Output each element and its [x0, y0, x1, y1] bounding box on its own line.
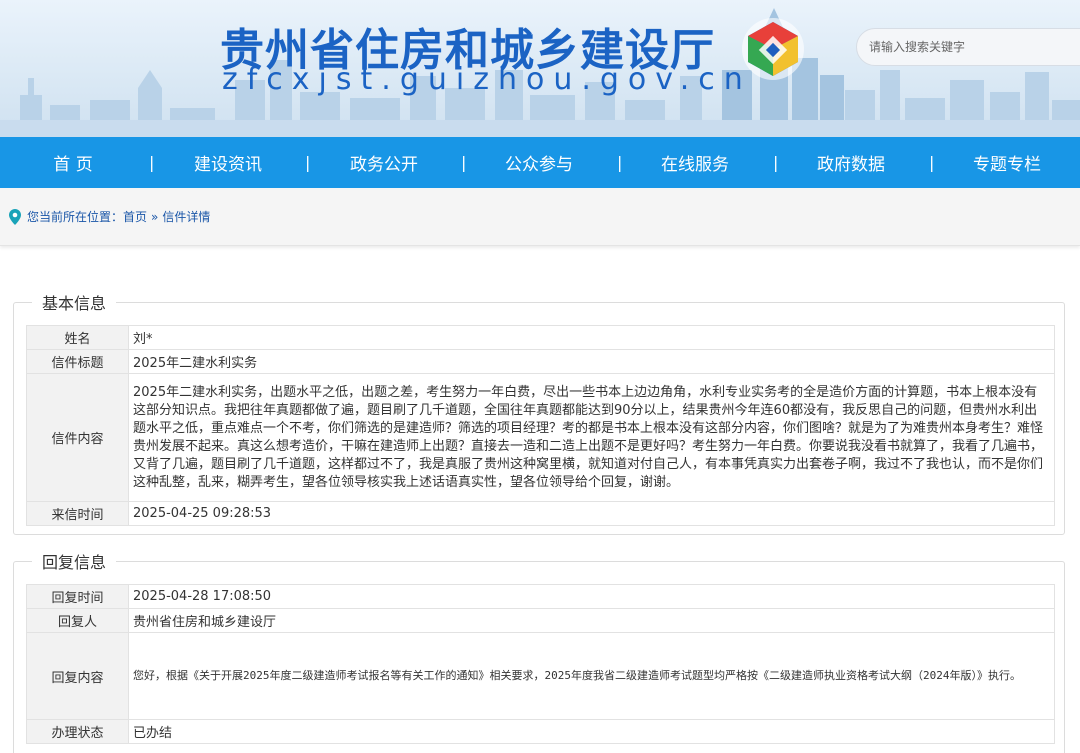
nav-item-online-services[interactable]: 在线服务	[647, 150, 743, 175]
field-label-status: 办理状态	[26, 719, 129, 744]
search-input[interactable]	[869, 40, 1069, 54]
table-row: 信件标题 2025年二建水利实务	[26, 349, 1055, 374]
main-nav: 首 页 | 建设资讯 | 政务公开 | 公众参与 | 在线服务 | 政府数据 |…	[0, 137, 1080, 188]
field-value-content: 2025年二建水利实务，出题水平之低，出题之差，考生努力一年白费，尽出一些书本上…	[128, 373, 1055, 502]
breadcrumb: 您当前所在位置： 首页 » 信件详情	[0, 188, 1080, 246]
site-url: zfcxjst.guizhou.gov.cn	[222, 62, 752, 97]
field-value-replier: 贵州省住房和城乡建设厅	[128, 608, 1055, 633]
header-banner: 贵州省住房和城乡建设厅 zfcxjst.guizhou.gov.cn	[0, 0, 1080, 137]
nav-item-gov-data[interactable]: 政府数据	[803, 150, 899, 175]
location-pin-icon	[9, 208, 21, 225]
table-row: 信件内容 2025年二建水利实务，出题水平之低，出题之差，考生努力一年白费，尽出…	[26, 373, 1055, 502]
basic-info-section: 基本信息 姓名 刘* 信件标题 2025年二建水利实务 信件内容 2025年二建…	[13, 290, 1065, 535]
table-row: 回复内容 您好，根据《关于开展2025年度二级建造师考试报名等有关工作的通知》相…	[26, 632, 1055, 720]
reply-info-table: 回复时间 2025-04-28 17:08:50 回复人 贵州省住房和城乡建设厅…	[26, 584, 1055, 744]
breadcrumb-separator: »	[151, 209, 159, 224]
field-label-name: 姓名	[26, 325, 129, 350]
search-box[interactable]	[856, 28, 1080, 66]
field-label-date: 来信时间	[26, 501, 129, 526]
table-row: 来信时间 2025-04-25 09:28:53	[26, 501, 1055, 526]
basic-info-table: 姓名 刘* 信件标题 2025年二建水利实务 信件内容 2025年二建水利实务，…	[26, 325, 1055, 526]
field-value-status: 已办结	[128, 719, 1055, 744]
breadcrumb-prefix: 您当前所在位置：	[27, 210, 124, 224]
reply-info-section: 回复信息 回复时间 2025-04-28 17:08:50 回复人 贵州省住房和…	[13, 549, 1065, 753]
nav-item-home[interactable]: 首 页	[30, 150, 116, 175]
breadcrumb-current[interactable]: 信件详情	[162, 208, 210, 225]
field-label-reply-time: 回复时间	[26, 584, 129, 609]
field-value-reply-time: 2025-04-28 17:08:50	[128, 584, 1055, 609]
field-value-name: 刘*	[128, 325, 1055, 350]
nav-item-special-topics[interactable]: 专题专栏	[959, 150, 1055, 175]
section-title-basic-info: 基本信息	[32, 290, 117, 314]
table-row: 回复时间 2025-04-28 17:08:50	[26, 584, 1055, 609]
field-value-date: 2025-04-25 09:28:53	[128, 501, 1055, 526]
field-label-subject: 信件标题	[26, 349, 129, 374]
nav-item-news[interactable]: 建设资讯	[180, 150, 276, 175]
table-row: 回复人 贵州省住房和城乡建设厅	[26, 608, 1055, 633]
nav-item-public-participation[interactable]: 公众参与	[491, 150, 587, 175]
table-row: 姓名 刘*	[26, 325, 1055, 350]
field-label-content: 信件内容	[26, 373, 129, 502]
field-value-reply-content: 您好，根据《关于开展2025年度二级建造师考试报名等有关工作的通知》相关要求，2…	[128, 632, 1055, 720]
breadcrumb-home-link[interactable]: 首页	[123, 208, 147, 225]
emblem-logo	[742, 18, 804, 80]
field-label-reply-content: 回复内容	[26, 632, 129, 720]
field-value-subject: 2025年二建水利实务	[128, 349, 1055, 374]
section-title-reply-info: 回复信息	[32, 549, 117, 573]
field-label-replier: 回复人	[26, 608, 129, 633]
nav-item-gov-affairs[interactable]: 政务公开	[336, 150, 432, 175]
table-row: 办理状态 已办结	[26, 719, 1055, 744]
